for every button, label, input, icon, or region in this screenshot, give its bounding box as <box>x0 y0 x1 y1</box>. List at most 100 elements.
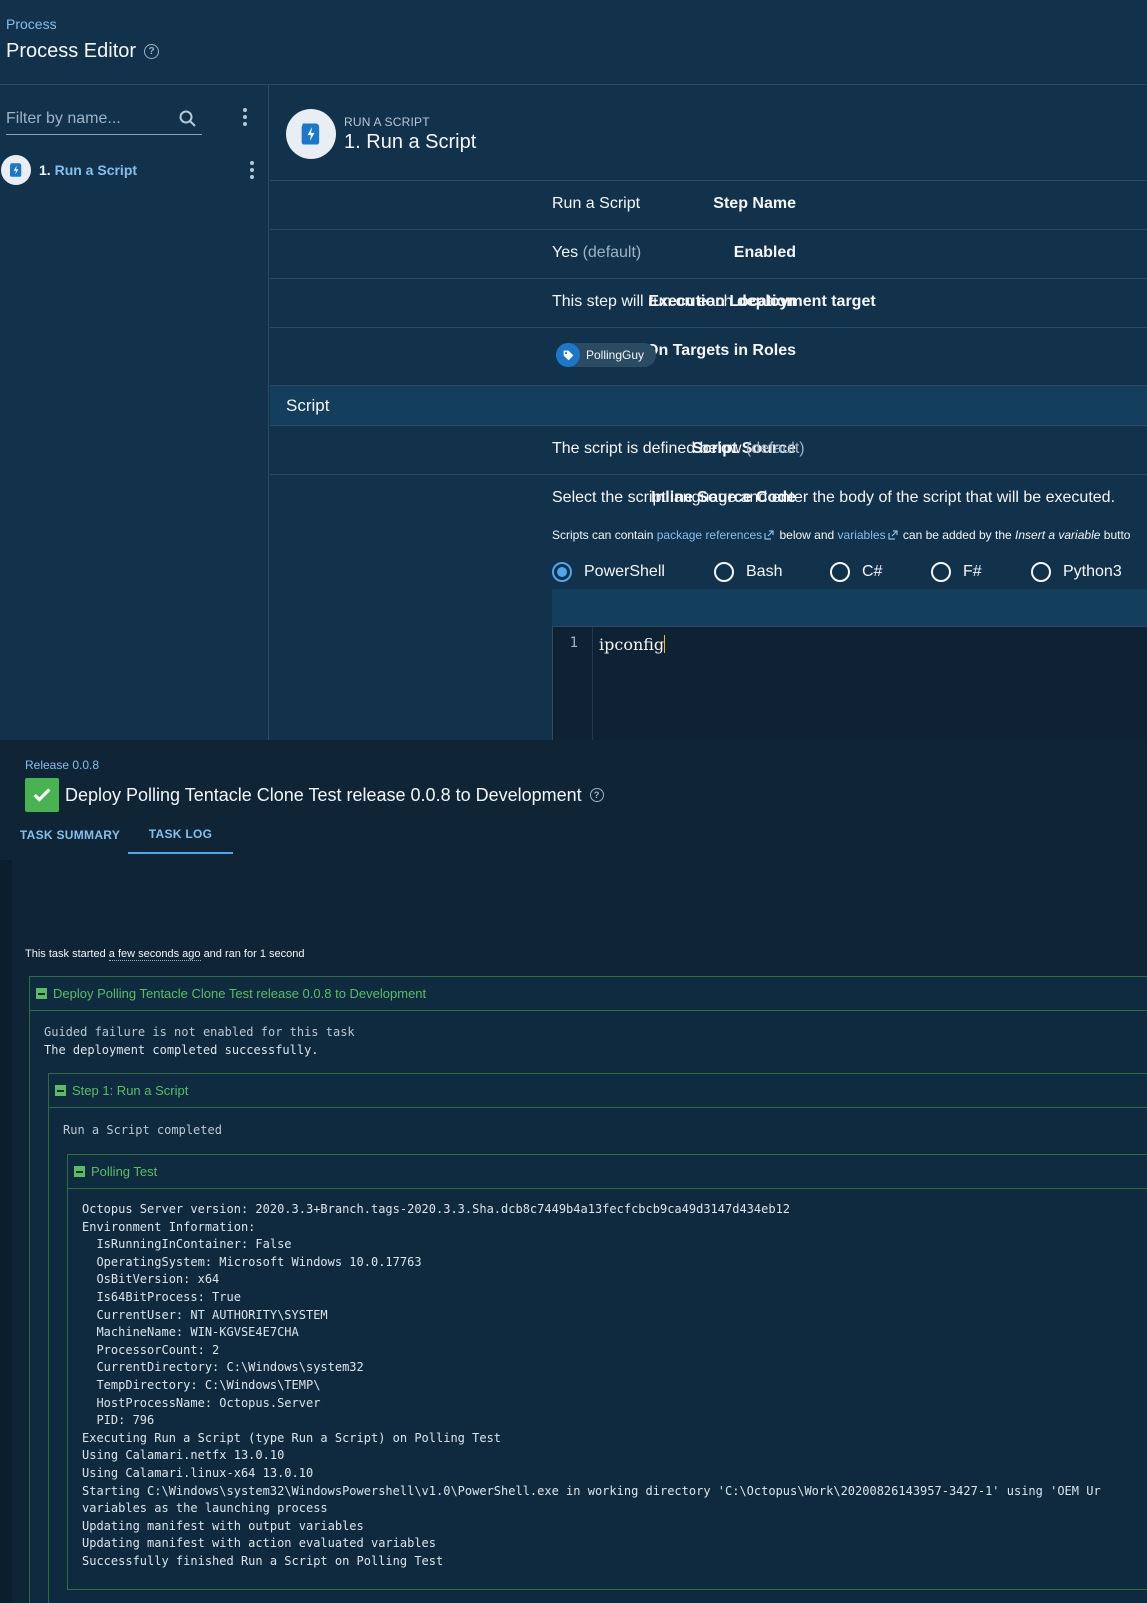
success-check-icon <box>25 778 59 812</box>
field-script-source[interactable]: Script Source The script is defined belo… <box>270 425 1147 474</box>
line-number: 1 <box>569 635 578 651</box>
code-line[interactable]: ipconfig <box>599 635 666 654</box>
field-label: Enabled <box>733 244 796 261</box>
field-value: This step will run on each deployment ta… <box>552 293 876 311</box>
log-block-header[interactable]: Step 1: Run a Script <box>49 1074 1147 1108</box>
section-script[interactable]: Script <box>270 385 1147 425</box>
task-title: Deploy Polling Tentacle Clone Test relea… <box>25 778 604 812</box>
field-value: The script is defined below (default) <box>552 440 805 458</box>
radio-label: C# <box>862 563 883 580</box>
text-caret <box>664 635 666 653</box>
step-more-icon[interactable] <box>242 160 262 180</box>
step-title-text: Run a Script <box>366 130 477 153</box>
log-line: Run a Script completed <box>63 1123 222 1137</box>
collapse-icon[interactable] <box>36 988 47 999</box>
task-started-info: This task started a few seconds ago and … <box>25 948 305 961</box>
radio-label: PowerShell <box>584 563 665 580</box>
log-line: ProcessorCount: 2 <box>82 1342 220 1357</box>
script-source-text: The script is defined below <box>552 440 742 457</box>
step-type-label: RUN A SCRIPT <box>344 114 430 129</box>
field-target-roles[interactable]: On Targets in Roles PollingGuy <box>270 327 1147 385</box>
page-title: Process Editor ? <box>6 40 160 63</box>
sidebar-item-number: 1. <box>39 162 51 178</box>
hint-emphasis: Insert a variable <box>1015 528 1101 542</box>
log-line: OperatingSystem: Microsoft Windows 10.0.… <box>82 1254 422 1269</box>
step-sidebar: 1. Run a Script <box>0 85 269 740</box>
script-step-icon <box>286 109 336 159</box>
radio-csharp[interactable]: C# <box>830 562 931 582</box>
radio-python3[interactable]: Python3 <box>1031 562 1122 582</box>
sidebar-item-name: Run a Script <box>54 162 138 178</box>
package-references-link[interactable]: package references <box>657 528 762 542</box>
help-icon[interactable]: ? <box>144 44 160 59</box>
external-link-icon <box>887 530 898 540</box>
step-title: 1. Run a Script <box>344 131 476 154</box>
log-line: TempDirectory: C:\Windows\TEMP\ <box>82 1377 321 1392</box>
collapse-icon[interactable] <box>55 1085 66 1096</box>
collapse-icon[interactable] <box>74 1166 85 1177</box>
field-execution-location[interactable]: Execution Location This step will run on… <box>270 278 1147 327</box>
sidebar-item-run-a-script[interactable]: 1. Run a Script <box>0 152 268 188</box>
log-line: Guided failure is not enabled for this t… <box>44 1025 355 1039</box>
hint-suffix: butto <box>1103 528 1131 542</box>
help-icon[interactable]: ? <box>589 788 604 802</box>
page-header: Process Process Editor ? <box>0 0 1147 85</box>
code-editor[interactable]: 1 ipconfig <box>552 627 1147 740</box>
radio-powershell[interactable]: PowerShell <box>552 562 714 582</box>
radio-unchecked-icon <box>830 562 850 582</box>
role-chip-label: PollingGuy <box>586 348 645 362</box>
log-line: OsBitVersion: x64 <box>82 1272 220 1287</box>
radio-label: F# <box>963 563 982 580</box>
started-duration: 1 second <box>259 948 305 960</box>
sidebar-item-label: 1. Run a Script <box>39 162 137 178</box>
line-gutter: 1 <box>553 627 593 740</box>
field-value: Yes (default) <box>552 244 641 262</box>
field-label: On Targets in Roles <box>646 342 796 359</box>
hint-mid: below and <box>779 528 835 542</box>
field-label: Step Name <box>713 195 796 212</box>
field-step-name[interactable]: Step Name Run a Script <box>270 180 1147 229</box>
script-step-icon <box>1 155 31 185</box>
log-block-header[interactable]: Polling Test <box>68 1155 1147 1189</box>
log-block-header[interactable]: Deploy Polling Tentacle Clone Test relea… <box>30 977 1147 1011</box>
radio-bash[interactable]: Bash <box>714 562 830 582</box>
log-block-title: Polling Test <box>91 1164 158 1179</box>
log-line: Using Calamari.linux-x64 13.0.10 <box>82 1465 314 1480</box>
log-line: PID: 796 <box>82 1413 155 1428</box>
process-editor: Process Process Editor ? 1. Run a Script <box>0 0 1147 740</box>
filter-input[interactable] <box>6 105 171 133</box>
release-link[interactable]: Release 0.0.8 <box>25 758 99 772</box>
started-mid: and ran for <box>203 948 257 960</box>
search-icon[interactable] <box>178 109 198 129</box>
log-line: The deployment completed successfully. <box>44 1043 319 1057</box>
tab-task-log[interactable]: TASK LOG <box>128 816 233 854</box>
log-block-title: Step 1: Run a Script <box>72 1083 189 1098</box>
field-description: Select the script language and enter the… <box>552 489 1116 506</box>
filter-field <box>6 105 202 135</box>
radio-unchecked-icon <box>714 562 734 582</box>
execution-location-text: This step will run on each <box>552 293 733 310</box>
radio-fsharp[interactable]: F# <box>931 562 1031 582</box>
log-line: Executing Run a Script (type Run a Scrip… <box>82 1430 502 1445</box>
hint-prefix: Scripts can contain <box>552 528 654 542</box>
hint-mid2: can be added by the <box>902 528 1012 542</box>
sidebar-more-icon[interactable] <box>235 107 255 127</box>
log-line: HostProcessName: Octopus.Server <box>82 1395 321 1410</box>
field-enabled[interactable]: Enabled Yes (default) <box>270 229 1147 278</box>
role-chip[interactable]: PollingGuy <box>556 343 657 367</box>
step-title-number: 1. <box>344 130 361 153</box>
log-block-title: Deploy Polling Tentacle Clone Test relea… <box>53 986 427 1001</box>
default-tag: (default) <box>582 244 642 261</box>
log-line: Octopus Server version: 2020.3.3+Branch.… <box>82 1202 791 1216</box>
variables-link[interactable]: variables <box>838 528 886 542</box>
tab-task-summary[interactable]: TASK SUMMARY <box>15 816 125 854</box>
breadcrumb-process[interactable]: Process <box>6 16 57 32</box>
log-block-deployment: Deploy Polling Tentacle Clone Test relea… <box>29 976 1147 1603</box>
default-tag: (default) <box>745 440 805 457</box>
radio-unchecked-icon <box>1031 562 1051 582</box>
log-line: CurrentUser: NT AUTHORITY\SYSTEM <box>82 1307 328 1322</box>
script-hint: Scripts can contain package references b… <box>552 528 1130 542</box>
log-line: Using Calamari.netfx 13.0.10 <box>82 1448 285 1463</box>
log-block-step: Step 1: Run a Script Run a Script comple… <box>48 1073 1147 1603</box>
language-radio-group: PowerShell Bash C# F# Python3 <box>552 562 1122 582</box>
